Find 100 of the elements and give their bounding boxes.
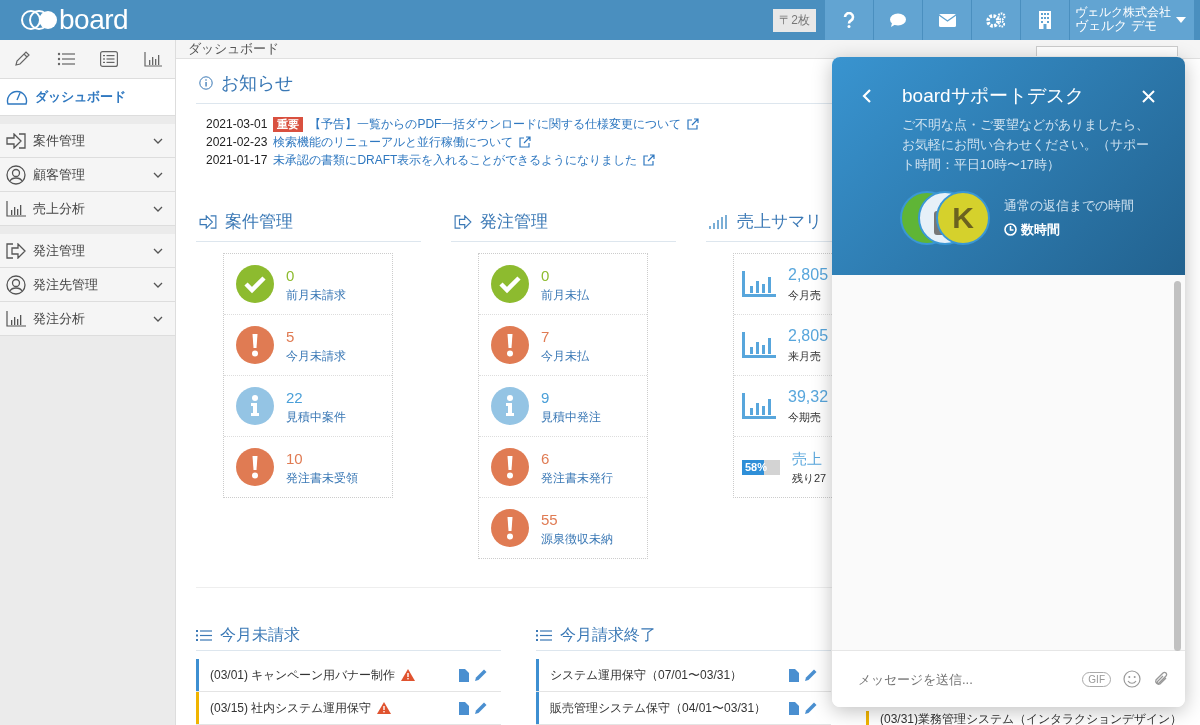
stat-card[interactable]: 9 見積中発注 <box>479 375 647 436</box>
sidebar-item[interactable]: ダッシュボード <box>0 79 175 116</box>
postcard-badge[interactable]: 〒2枚 <box>773 8 816 32</box>
logo[interactable]: board <box>0 6 129 34</box>
stat-card[interactable]: 0 前月未請求 <box>224 254 392 314</box>
close-icon[interactable] <box>1142 89 1155 103</box>
pencil-icon[interactable] <box>805 669 817 681</box>
help-button[interactable] <box>825 0 873 40</box>
speech-bubble-icon <box>889 12 907 28</box>
sidebar-item[interactable]: 案件管理 <box>0 124 175 158</box>
chevron-down-icon <box>153 281 163 288</box>
stat-card[interactable]: 10 発注書未受領 <box>224 436 392 497</box>
bar-chart-icon <box>6 200 26 217</box>
settings-button[interactable] <box>972 0 1020 40</box>
important-tag: 重要 <box>273 116 304 132</box>
external-link-icon[interactable] <box>687 118 700 130</box>
stat-card[interactable]: 55 源泉徴収未納 <box>479 497 647 558</box>
pencil-icon[interactable] <box>475 702 487 714</box>
document-icon[interactable] <box>459 701 469 715</box>
external-link-icon[interactable] <box>519 136 532 148</box>
paperclip-icon[interactable] <box>1153 670 1169 688</box>
bar-chart-icon <box>742 332 776 358</box>
building-button[interactable] <box>1021 0 1069 40</box>
stat-value: 22 <box>286 389 304 405</box>
building-icon <box>1039 11 1051 29</box>
stat-value: 5 <box>286 328 296 344</box>
stat-label: 見積中案件 <box>286 410 346 423</box>
chevron-down-icon <box>153 171 163 178</box>
clock-icon <box>1004 223 1017 236</box>
chevron-down-icon <box>153 137 163 144</box>
info-circle-icon <box>236 387 274 425</box>
list-icon[interactable] <box>56 52 75 66</box>
chat-description: ご不明な点・ご要望などがありましたら、お気軽にお問い合わせください。（サポート時間：平日10時〜17時） <box>902 117 1150 174</box>
stat-card[interactable]: 22 見積中案件 <box>224 375 392 436</box>
document-icon[interactable] <box>789 701 799 715</box>
user-menu[interactable]: ヴェルク株式会社 ヴェルク デモ <box>1070 0 1194 40</box>
notice-link[interactable]: 未承認の書類にDRAFT表示を入れることができるようになりました <box>273 151 638 169</box>
sales-label: 今月売 <box>788 290 822 301</box>
stat-card[interactable]: 0 前月未払 <box>479 254 647 314</box>
stat-value: 0 <box>286 267 296 283</box>
stat-card[interactable]: 7 今月未払 <box>479 314 647 375</box>
list-icon <box>196 628 212 642</box>
sign-in-icon <box>6 132 26 149</box>
sidebar-item[interactable]: 売上分析 <box>0 192 175 226</box>
back-icon[interactable] <box>862 88 872 104</box>
settings-icon <box>986 12 1006 28</box>
stat-card[interactable]: 6 発注書未発行 <box>479 436 647 497</box>
section-title: 今月未請求 <box>220 624 300 645</box>
stat-value: 0 <box>541 267 551 283</box>
logo-text: board <box>59 6 129 34</box>
document-icon[interactable] <box>459 668 469 682</box>
sidebar-item[interactable]: 顧客管理 <box>0 158 175 192</box>
sidebar-item[interactable]: 発注先管理 <box>0 268 175 302</box>
sales-card[interactable]: 2,805 今月売 <box>734 254 832 314</box>
list-row[interactable]: (03/31)業務管理システム（インタラクションデザイン） <box>866 711 1196 725</box>
user-circle-icon <box>6 164 26 185</box>
list-row[interactable]: (03/01) キャンペーン用バナー制作 <box>196 659 501 692</box>
notice-link[interactable]: 【予告】一覧からのPDF一括ダウンロードに関する仕様変更について <box>309 115 682 133</box>
sidebar-item[interactable]: 発注分析 <box>0 302 175 336</box>
bar-chart-icon <box>742 393 776 419</box>
sign-in-icon <box>199 214 217 229</box>
document-icon[interactable] <box>789 668 799 682</box>
section-title: 案件管理 <box>225 211 293 233</box>
external-link-icon[interactable] <box>643 154 656 166</box>
bar-chart-icon[interactable] <box>144 51 163 67</box>
document-list-icon[interactable] <box>100 51 119 67</box>
notice-date: 2021-01-17 <box>206 153 268 167</box>
sales-label: 今期売 <box>788 412 822 423</box>
signal-bars-icon <box>709 214 729 229</box>
warning-icon <box>401 669 416 681</box>
stat-value: 10 <box>286 450 304 466</box>
chevron-down-icon <box>153 205 163 212</box>
help-search-field[interactable] <box>1036 46 1178 56</box>
pencil-icon[interactable] <box>12 50 31 68</box>
sales-value: 売上 <box>792 450 823 466</box>
emoji-icon[interactable] <box>1123 670 1141 688</box>
sign-out-icon <box>454 214 472 229</box>
stat-card[interactable]: 5 今月未請求 <box>224 314 392 375</box>
check-circle-icon <box>236 265 274 303</box>
chat-button[interactable] <box>874 0 922 40</box>
exclamation-circle-icon <box>491 509 529 547</box>
stat-label: 源泉徴収未納 <box>541 532 613 545</box>
list-icon <box>536 628 552 642</box>
stat-value: 9 <box>541 389 551 405</box>
sidebar-item[interactable]: 発注管理 <box>0 234 175 268</box>
list-row[interactable]: システム運用保守（07/01〜03/31） <box>536 659 831 692</box>
info-icon <box>199 76 213 90</box>
mail-button[interactable] <box>923 0 971 40</box>
message-field[interactable]: メッセージを送信... <box>856 670 1071 688</box>
section-title: 発注管理 <box>480 211 548 233</box>
question-mark-icon <box>843 12 855 28</box>
caret-icon <box>1176 17 1186 23</box>
pencil-icon[interactable] <box>475 669 487 681</box>
list-row[interactable]: (03/15) 社内システム運用保守 <box>196 692 501 725</box>
list-row[interactable]: 販売管理システム保守（04/01〜03/31） <box>536 692 831 725</box>
reply-time-label: 通常の返信までの時間 <box>1004 197 1134 215</box>
notice-link[interactable]: 検索機能のリニューアルと並行稼働について <box>273 133 514 151</box>
pencil-icon[interactable] <box>805 702 817 714</box>
scrollbar[interactable] <box>1174 281 1181 651</box>
warning-icon <box>377 702 392 714</box>
